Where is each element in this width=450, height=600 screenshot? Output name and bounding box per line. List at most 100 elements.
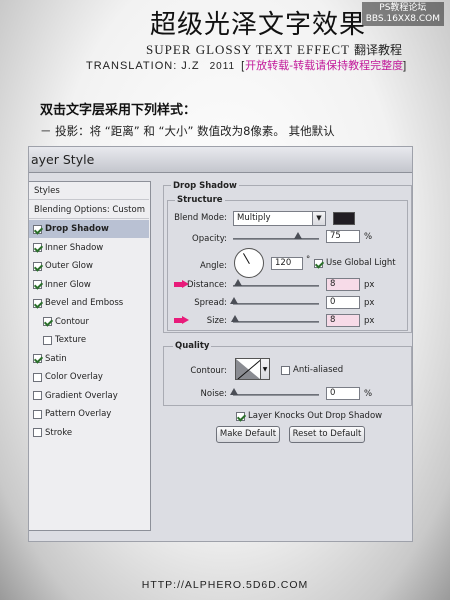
sidebar-item-label: Drop Shadow: [45, 224, 109, 234]
angle-input[interactable]: 120: [271, 257, 303, 270]
spread-slider[interactable]: [233, 303, 319, 305]
page-subtitle: SUPER GLOSSY TEXT EFFECT 翻译教程: [146, 41, 402, 58]
spread-slider-thumb[interactable]: [230, 297, 238, 304]
chevron-down-icon[interactable]: ▼: [261, 358, 270, 380]
shadow-color-swatch[interactable]: [333, 212, 355, 225]
checkbox[interactable]: [33, 354, 42, 363]
year: 2011: [209, 61, 236, 72]
checkbox[interactable]: [33, 391, 42, 400]
sidebar-item-label: Pattern Overlay: [45, 409, 112, 419]
translation-credit: TRANSLATION: J.Z 2011 [开放转载-转载请保持教程完整度]: [86, 57, 407, 73]
sidebar-item-inner-shadow[interactable]: Inner Shadow: [29, 239, 149, 257]
dialog-title-bar[interactable]: ayer Style: [29, 147, 412, 173]
sidebar-item-label: Inner Glow: [45, 279, 91, 290]
instruction-heading: 双击文字层采用下列样式：: [40, 103, 197, 118]
spread-unit: px: [364, 298, 375, 308]
distance-slider-thumb[interactable]: [234, 279, 242, 286]
page-title: 超级光泽文字效果: [150, 10, 367, 40]
distance-slider[interactable]: [233, 285, 319, 287]
distance-label: Distance:: [186, 280, 227, 290]
angle-label: Angle:: [199, 261, 227, 271]
subtitle-cn: 翻译教程: [354, 43, 403, 57]
anti-aliased-check[interactable]: [281, 365, 290, 375]
subtitle-en: SUPER GLOSSY TEXT EFFECT: [146, 42, 350, 57]
size-unit: px: [364, 316, 375, 326]
instruction-detail: － 投影：将 “距离” 和 “大小” 数值改为8像素。 其他默认: [40, 124, 335, 138]
sidebar-item-outer-glow[interactable]: Outer Glow: [29, 257, 149, 275]
layer-knocks-out-checkbox[interactable]: Layer Knocks Out Drop Shadow: [236, 411, 382, 421]
watermark-line1: PS教程论坛: [379, 3, 427, 13]
opacity-slider[interactable]: [233, 238, 319, 240]
checkbox[interactable]: [33, 243, 42, 252]
sidebar-item-inner-glow[interactable]: Inner Glow: [29, 276, 149, 294]
use-global-light-label: Use Global Light: [326, 258, 396, 268]
noise-slider[interactable]: [233, 394, 319, 396]
dialog-title: ayer Style: [31, 152, 95, 167]
checkbox[interactable]: [33, 224, 42, 234]
footer-url[interactable]: HTTP://ALPHERO.5D6D.COM: [0, 579, 450, 591]
checkbox[interactable]: [43, 317, 52, 326]
sidebar-item-blending-options[interactable]: Blending Options: Custom: [29, 201, 149, 219]
angle-dial[interactable]: [234, 248, 264, 278]
sidebar-item-color-overlay[interactable]: Color Overlay: [29, 368, 149, 386]
sidebar-item-pattern-overlay[interactable]: Pattern Overlay: [29, 405, 149, 423]
opacity-slider-thumb[interactable]: [293, 232, 302, 239]
sidebar-item-gradient-overlay[interactable]: Gradient Overlay: [29, 387, 149, 405]
checkbox[interactable]: [33, 261, 42, 271]
size-slider-thumb[interactable]: [231, 315, 239, 322]
layer-knocks-out-check[interactable]: [236, 411, 245, 421]
sidebar-item-label: Stroke: [45, 427, 73, 438]
size-slider[interactable]: [233, 321, 319, 323]
sidebar-item-label: Contour: [55, 316, 89, 327]
opacity-label: Opacity:: [192, 234, 227, 244]
sidebar-item-drop-shadow[interactable]: Drop Shadow: [29, 220, 149, 238]
sidebar-item-label: Bevel and Emboss: [45, 298, 124, 308]
chevron-down-icon: ▼: [312, 212, 325, 225]
reset-to-default-button[interactable]: Reset to Default: [289, 426, 365, 443]
opacity-unit: %: [364, 232, 373, 242]
checkbox[interactable]: [43, 335, 52, 345]
distance-unit: px: [364, 280, 375, 290]
spread-input[interactable]: 0: [326, 296, 360, 309]
spread-label: Spread:: [194, 298, 227, 308]
use-global-light-check[interactable]: [314, 258, 323, 268]
noise-slider-thumb[interactable]: [230, 388, 238, 395]
sidebar-item-contour[interactable]: Contour: [29, 313, 149, 331]
watermark-line2: BBS.16XX8.COM: [365, 14, 440, 24]
sidebar-item-styles[interactable]: Styles: [29, 182, 149, 200]
opacity-input[interactable]: 75: [326, 230, 360, 243]
use-global-light-checkbox[interactable]: Use Global Light: [314, 258, 396, 268]
sidebar-item-label: Outer Glow: [45, 261, 93, 271]
contour-preview[interactable]: [235, 358, 261, 380]
degree-unit: °: [306, 255, 311, 265]
drop-shadow-panel: Drop Shadow Structure Blend Mode: Multip…: [163, 181, 412, 531]
sidebar-item-label: Satin: [45, 353, 67, 364]
checkbox[interactable]: [33, 409, 42, 419]
make-default-button[interactable]: Make Default: [216, 426, 280, 443]
anti-aliased-checkbox[interactable]: Anti-aliased: [281, 365, 343, 375]
drop-shadow-title: Drop Shadow: [171, 181, 239, 191]
distance-input[interactable]: 8: [326, 278, 360, 291]
contour-label: Contour:: [190, 366, 227, 376]
size-label: Size:: [206, 316, 227, 326]
reprint-note: 开放转载-转载请保持教程完整度: [245, 59, 404, 72]
sidebar-item-bevel-and-emboss[interactable]: Bevel and Emboss: [29, 294, 149, 312]
noise-input[interactable]: 0: [326, 387, 360, 400]
bracket-close: ]: [403, 60, 408, 72]
sidebar-item-stroke[interactable]: Stroke: [29, 424, 149, 442]
site-watermark: PS教程论坛 BBS.16XX8.COM: [361, 2, 444, 26]
sidebar-item-label: Color Overlay: [45, 372, 103, 382]
noise-unit: %: [364, 389, 373, 399]
styles-sidebar: Styles Blending Options: Custom Drop Sha…: [29, 181, 151, 531]
blend-mode-label: Blend Mode:: [174, 213, 227, 223]
checkbox[interactable]: [33, 298, 42, 308]
size-input[interactable]: 8: [326, 314, 360, 327]
sidebar-item-texture[interactable]: Texture: [29, 331, 149, 349]
checkbox[interactable]: [33, 280, 42, 289]
layer-knocks-out-label: Layer Knocks Out Drop Shadow: [248, 411, 383, 421]
sidebar-item-satin[interactable]: Satin: [29, 350, 149, 368]
checkbox[interactable]: [33, 428, 42, 437]
blend-mode-select[interactable]: Multiply ▼: [233, 211, 326, 226]
sidebar-item-label: Gradient Overlay: [45, 390, 118, 401]
checkbox[interactable]: [33, 372, 42, 382]
